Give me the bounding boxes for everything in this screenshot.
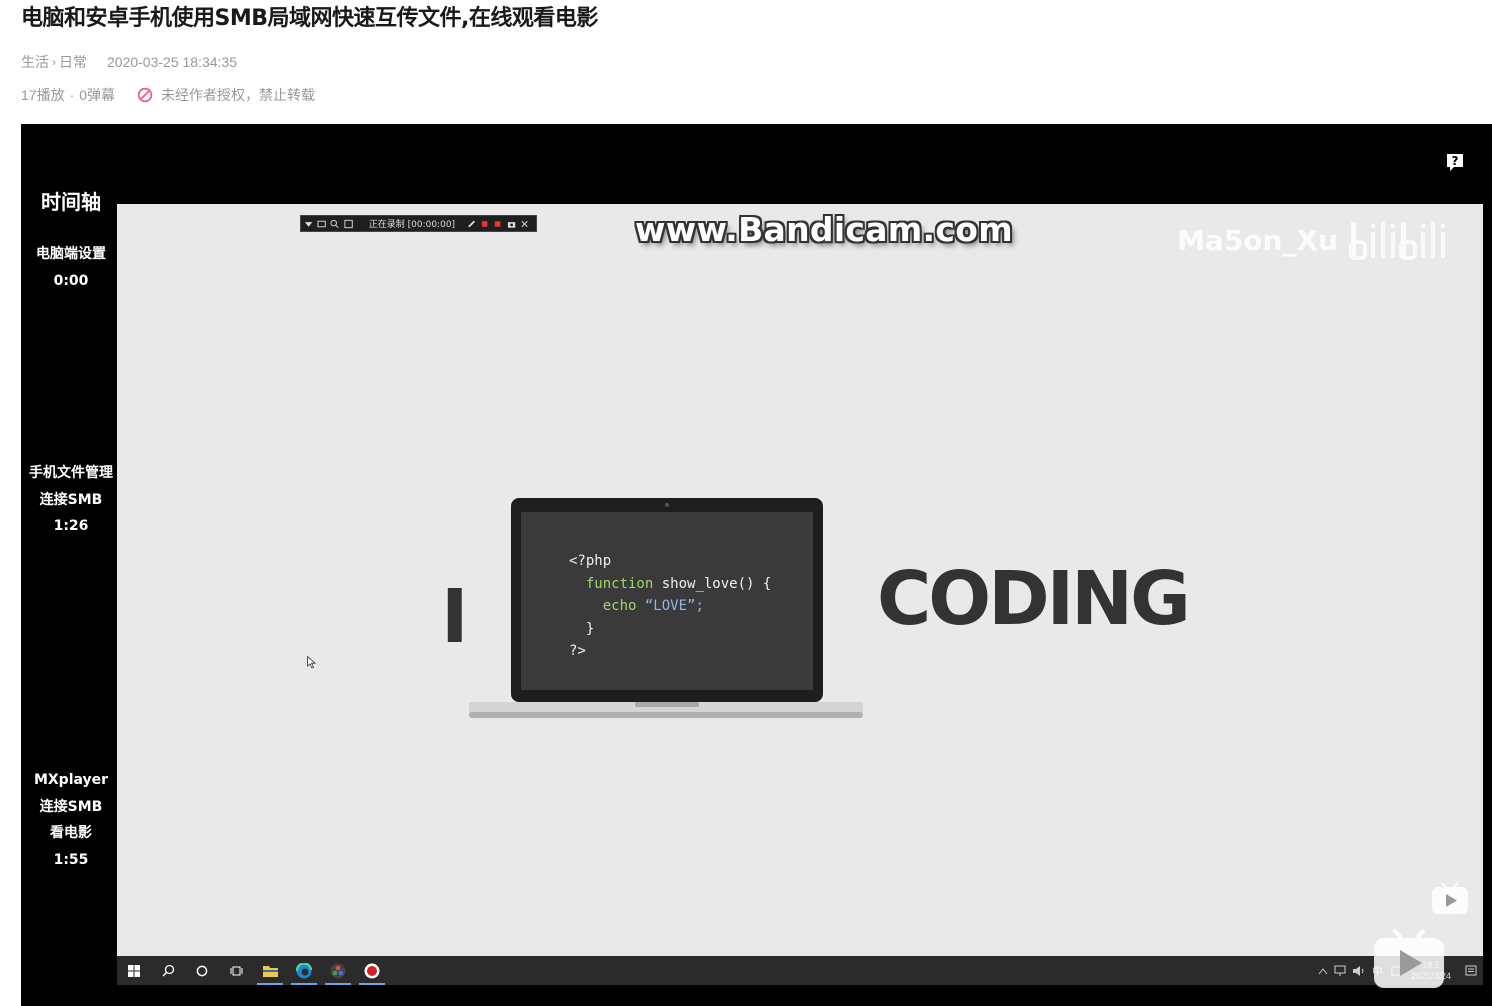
windows-start-icon [117,956,151,985]
magnifier-icon [330,219,339,228]
uploader-watermark: Ma5on_Xu [1177,224,1338,257]
pause-icon [482,220,488,227]
network-icon [1334,965,1346,976]
video-stats-row: 17播放 · 0弹幕 未经作者授权，禁止转载 [21,85,315,105]
mouse-cursor-icon [307,656,316,669]
breadcrumb-subcategory[interactable]: 日常 [59,52,87,72]
question-mark-icon[interactable]: ? [1445,152,1465,172]
windows-taskbar: 中 18:5 2020/3/24 [117,956,1483,985]
play-count: 17播放 [21,87,65,103]
coding-letter-i: I [441,574,469,660]
timeline-label: 电脑端设置 [36,246,106,262]
timeline-timestamp: 1:26 [53,518,89,534]
code-keyword: echo [602,598,637,614]
breadcrumb-chevron-icon: › [52,55,56,69]
publish-time: 2020-03-25 18:34:35 [107,54,237,70]
file-explorer-icon [253,956,287,985]
timeline-label: 手机文件管理 [29,465,113,481]
timeline-entry[interactable]: 电脑端设置 0:00 [21,241,121,294]
volume-icon [1352,965,1364,976]
cortana-icon [185,956,219,985]
copyright-notice: 未经作者授权，禁止转载 [137,85,315,105]
timeline-title: 时间轴 [41,190,101,214]
no-reprint-icon [137,87,153,103]
copyright-text: 未经作者授权，禁止转载 [161,87,316,103]
pencil-icon [468,220,476,227]
timeline-entry[interactable]: 手机文件管理 连接SMB 1:26 [21,460,121,540]
video-frame[interactable]: 正在录制 [00:00:00] www.Bandicam.com Ma5on_X… [117,204,1483,985]
code-line: } [585,620,595,637]
bandicam-icon [355,956,389,985]
svg-text:?: ? [1452,154,1459,168]
bandicam-watermark: www.Bandicam.com [635,210,1013,249]
fullscreen-icon [344,219,353,228]
video-player[interactable]: ? 时间轴 电脑端设置 0:00 手机文件管理 连接SMB 1:26 MXpla… [21,124,1492,1006]
video-title: 电脑和安卓手机使用SMB局域网快速互传文件,在线观看电影 [21,6,598,31]
play-button-icon[interactable] [1372,928,1446,990]
breadcrumb-category[interactable]: 生活 [21,52,49,72]
code-line: ?> [569,643,586,659]
timeline-timestamp: 1:55 [53,851,89,868]
code-snippet: <?php function show_love() { echo “LOVE”… [569,550,771,663]
davinci-icon [321,956,355,985]
task-view-icon [219,956,253,985]
recorder-status: 正在录制 [00:00:00] [368,220,456,230]
window-icon [317,220,326,227]
coding-word: CODING [877,556,1191,642]
code-keyword: function [585,575,654,592]
code-string: “LOVE”; [644,598,704,614]
timeline-label: 看电影 [50,825,92,841]
stop-icon [495,220,501,227]
notification-icon [1465,965,1477,975]
timeline-timestamp: 0:00 [53,272,89,289]
code-line: show_love() { [661,575,772,592]
tray-expand-icon [1318,967,1328,974]
bilibili-logo-icon [1349,222,1445,260]
recorder-toolbar: 正在录制 [00:00:00] [300,215,537,232]
search-icon [151,956,185,985]
timeline-label: MXplayer [33,772,109,788]
dropdown-arrow-icon [304,221,313,227]
timeline-entry[interactable]: MXplayer 连接SMB 看电影 1:55 [21,767,121,873]
timeline-label: 连接SMB [39,798,103,815]
video-meta-row: 生活 › 日常 2020-03-25 18:34:35 [21,52,237,72]
edge-icon [287,956,321,985]
code-line: <?php [569,553,612,569]
timeline-label: 连接SMB [39,491,103,508]
camera-icon [507,221,515,228]
stats-separator: · [69,87,75,103]
close-icon [521,220,528,227]
play-button-small-icon[interactable] [1430,882,1470,916]
timeline-panel: 时间轴 电脑端设置 0:00 手机文件管理 连接SMB 1:26 MXplaye… [21,124,117,1006]
danmaku-count: 0弹幕 [79,87,116,103]
